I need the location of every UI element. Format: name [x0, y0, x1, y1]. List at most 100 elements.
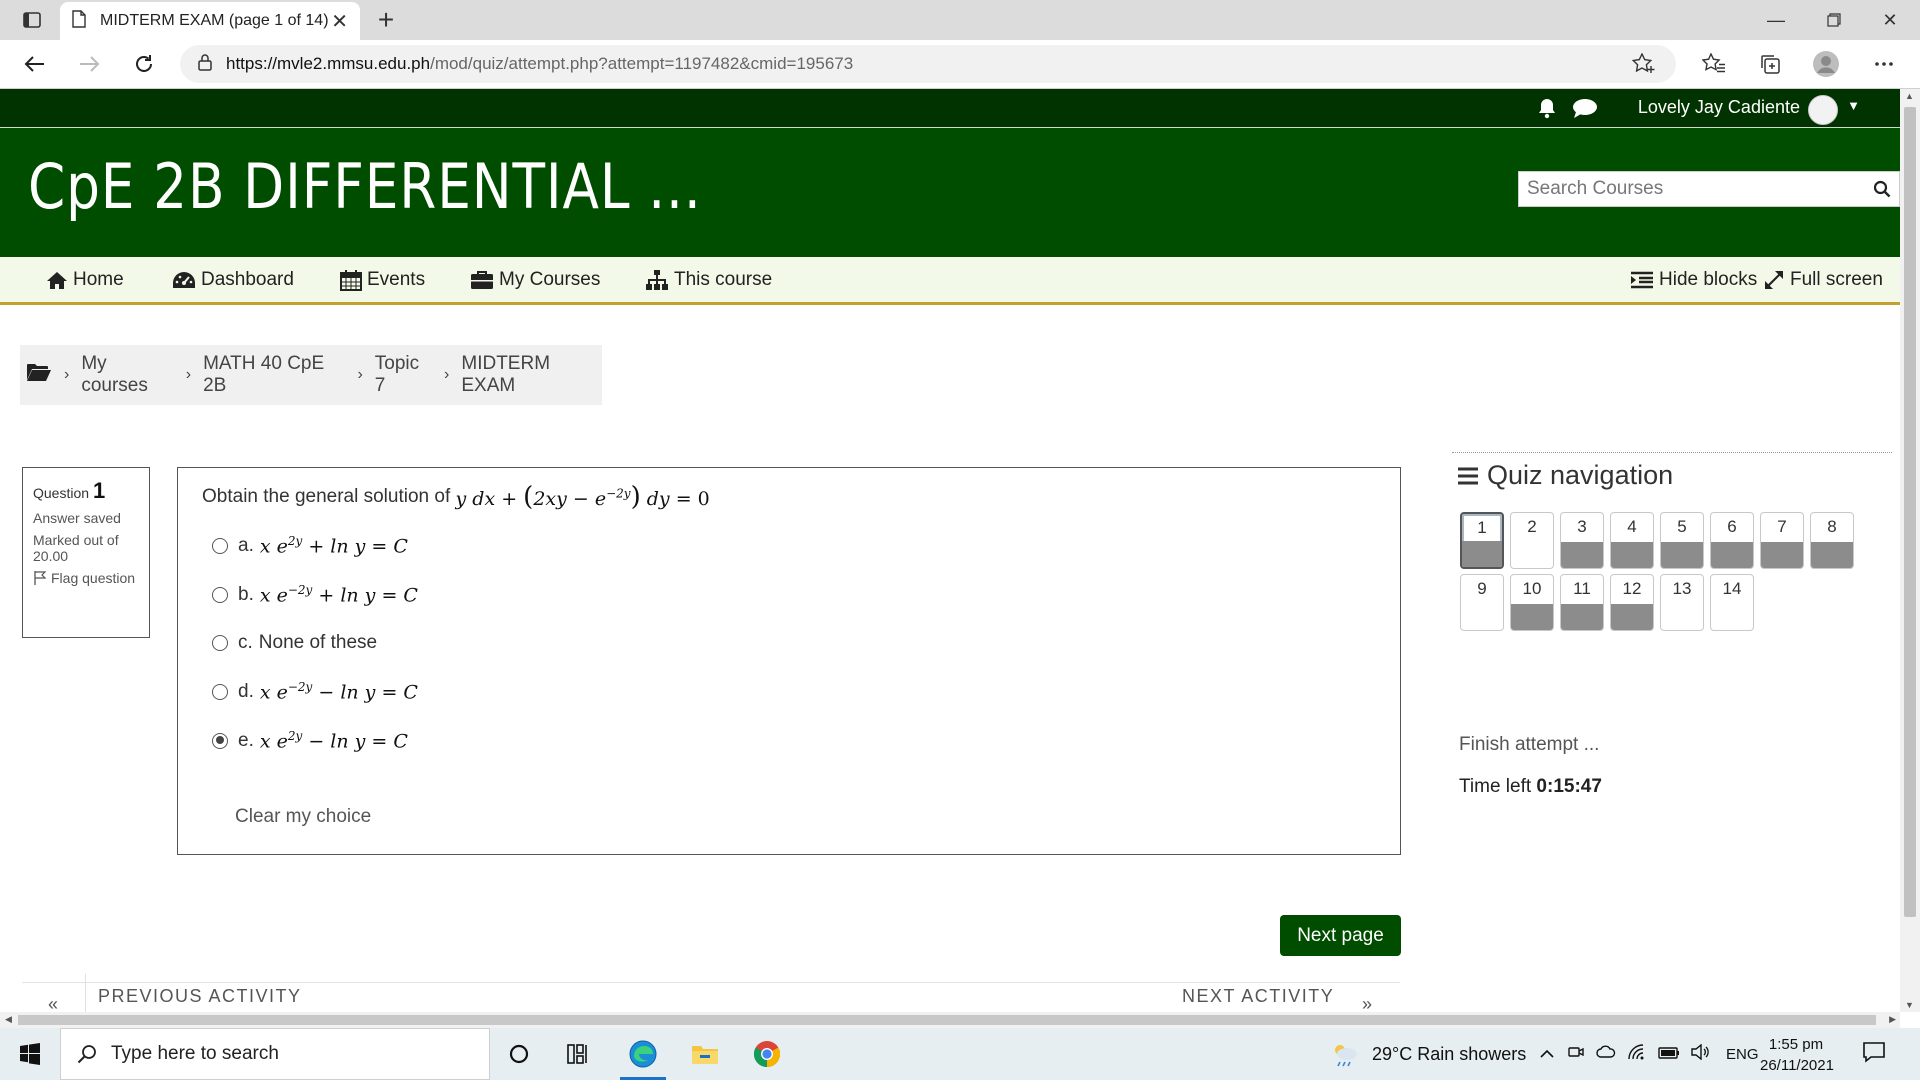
nav-my-courses[interactable]: My Courses	[470, 257, 600, 302]
language-indicator[interactable]: ENG	[1726, 1046, 1759, 1063]
hide-blocks-button[interactable]: Hide blocks	[1630, 257, 1757, 302]
quiz-nav-number: 6	[1727, 517, 1737, 536]
scroll-down-icon[interactable]: ▼	[1905, 1000, 1914, 1010]
answer-option-a[interactable]: a. x e2y + ln y = C	[212, 534, 408, 557]
quiz-nav-button[interactable]: 14	[1710, 574, 1754, 631]
address-bar[interactable]: https://mvle2.mmsu.edu.ph /mod/quiz/atte…	[180, 45, 1676, 83]
add-favorite-icon[interactable]	[1631, 52, 1656, 80]
profile-icon[interactable]	[1808, 46, 1844, 82]
search-icon[interactable]	[1865, 180, 1899, 198]
double-chevron-right-icon[interactable]: »	[1362, 994, 1372, 1012]
lock-icon[interactable]	[198, 53, 212, 76]
breadcrumb-item[interactable]: MATH 40 CpE 2B	[203, 353, 345, 397]
answer-option-b[interactable]: b. x e−2y + ln y = C	[212, 583, 418, 606]
radio-a[interactable]	[212, 537, 228, 554]
chevron-up-icon[interactable]	[1540, 1046, 1554, 1063]
cortana-icon[interactable]	[490, 1028, 548, 1080]
task-view-icon[interactable]	[550, 1028, 608, 1080]
close-icon[interactable]: ✕	[331, 9, 348, 34]
scroll-right-icon[interactable]: ▶	[1889, 1014, 1896, 1025]
favorites-icon[interactable]	[1696, 46, 1732, 82]
breadcrumb-item[interactable]: MIDTERM EXAM	[461, 353, 602, 397]
wifi-icon[interactable]	[1628, 1044, 1646, 1064]
quiz-nav-button[interactable]: 12	[1610, 574, 1654, 631]
previous-activity-link[interactable]: PREVIOUS ACTIVITY	[98, 986, 302, 1007]
scrollbar-thumb[interactable]	[18, 1015, 1876, 1025]
chat-icon[interactable]	[1572, 98, 1598, 125]
quiz-navigation-label: Quiz navigation	[1487, 460, 1674, 490]
clear-choice-link[interactable]: Clear my choice	[235, 806, 371, 828]
meet-now-icon[interactable]	[1568, 1044, 1584, 1064]
edge-icon[interactable]	[614, 1028, 672, 1080]
nav-this-course[interactable]: This course	[645, 257, 772, 302]
radio-c[interactable]	[212, 635, 228, 651]
quiz-nav-button[interactable]: 3	[1560, 512, 1604, 569]
answered-indicator	[1661, 542, 1703, 568]
browser-tab[interactable]: MIDTERM EXAM (page 1 of 14) ✕	[60, 2, 360, 40]
quiz-nav-button[interactable]: 11	[1560, 574, 1604, 631]
chrome-icon[interactable]	[738, 1028, 796, 1080]
taskbar-clock[interactable]: 1:55 pm 26/11/2021	[1760, 1034, 1834, 1076]
double-chevron-left-icon[interactable]: «	[48, 994, 58, 1012]
notification-icon[interactable]	[1862, 1040, 1886, 1069]
radio-e[interactable]	[212, 732, 228, 749]
forward-icon[interactable]	[72, 46, 108, 82]
scroll-left-icon[interactable]: ◀	[5, 1014, 12, 1025]
volume-icon[interactable]	[1690, 1043, 1710, 1064]
tab-actions-icon[interactable]	[14, 7, 50, 33]
quiz-nav-button[interactable]: 8	[1810, 512, 1854, 569]
window-close-button[interactable]: ✕	[1862, 0, 1918, 40]
nav-events[interactable]: Events	[340, 257, 425, 302]
weather-widget[interactable]: 29°C Rain showers	[1330, 1028, 1526, 1080]
folder-icon[interactable]	[26, 362, 52, 388]
quiz-nav-button[interactable]: 1	[1460, 512, 1504, 569]
next-activity-link[interactable]: NEXT ACTIVITY	[1182, 986, 1334, 1007]
quiz-nav-button[interactable]: 10	[1510, 574, 1554, 631]
page-title[interactable]: CpE 2B DIFFERENTIAL ...	[28, 150, 702, 223]
quiz-nav-button[interactable]: 13	[1660, 574, 1704, 631]
vertical-scrollbar[interactable]: ▲ ▼	[1900, 89, 1920, 1012]
answer-option-e[interactable]: e. x e2y − ln y = C	[212, 729, 408, 752]
search-input[interactable]	[1527, 178, 1865, 200]
radio-d[interactable]	[212, 683, 228, 700]
quiz-nav-button[interactable]: 2	[1510, 512, 1554, 569]
file-explorer-icon[interactable]	[676, 1028, 734, 1080]
back-icon[interactable]	[16, 46, 52, 82]
nav-dashboard[interactable]: Dashboard	[172, 257, 294, 302]
taskbar-search[interactable]: Type here to search	[60, 1028, 490, 1080]
page-icon	[72, 9, 86, 33]
collections-icon[interactable]	[1752, 46, 1788, 82]
finish-attempt-link[interactable]: Finish attempt ...	[1459, 734, 1599, 756]
refresh-icon[interactable]	[126, 46, 162, 82]
full-screen-button[interactable]: Full screen	[1763, 257, 1883, 302]
windows-icon[interactable]	[0, 1028, 60, 1080]
plus-icon[interactable]: +	[368, 2, 404, 38]
quiz-nav-button[interactable]: 6	[1710, 512, 1754, 569]
battery-icon[interactable]	[1658, 1046, 1680, 1063]
minimize-button[interactable]: —	[1748, 0, 1804, 40]
bell-icon[interactable]	[1536, 97, 1558, 124]
more-icon[interactable]	[1866, 46, 1902, 82]
onedrive-icon[interactable]	[1596, 1045, 1616, 1063]
avatar[interactable]	[1808, 95, 1838, 125]
radio-b[interactable]	[212, 586, 228, 603]
user-name[interactable]: Lovely Jay Cadiente	[1638, 97, 1800, 118]
quiz-nav-button[interactable]: 5	[1660, 512, 1704, 569]
horizontal-scrollbar[interactable]: ◀ ▶	[0, 1012, 1900, 1028]
chevron-down-icon[interactable]: ▼	[1847, 98, 1860, 113]
hamburger-icon[interactable]	[1457, 466, 1479, 486]
quiz-nav-button[interactable]: 9	[1460, 574, 1504, 631]
answer-option-c[interactable]: c. None of these	[212, 632, 377, 654]
flag-question-button[interactable]: Flag question	[33, 570, 139, 586]
next-page-button[interactable]: Next page	[1280, 915, 1401, 956]
breadcrumb-item[interactable]: My courses	[81, 353, 173, 397]
quiz-nav-button[interactable]: 4	[1610, 512, 1654, 569]
scrollbar-thumb[interactable]	[1904, 107, 1916, 917]
scroll-up-icon[interactable]: ▲	[1905, 91, 1914, 101]
quiz-nav-button[interactable]: 7	[1760, 512, 1804, 569]
question-prompt: Obtain the general solution of	[202, 486, 451, 507]
restore-button[interactable]	[1806, 0, 1862, 40]
answer-option-d[interactable]: d. x e−2y − ln y = C	[212, 680, 418, 703]
nav-home[interactable]: Home	[46, 257, 124, 302]
breadcrumb-item[interactable]: Topic 7	[375, 353, 432, 397]
